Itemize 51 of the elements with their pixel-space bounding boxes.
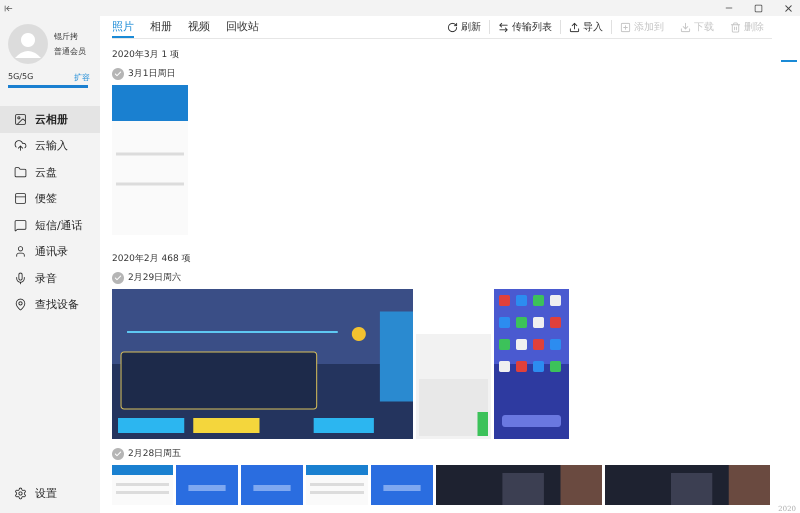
note-icon [14, 192, 27, 206]
sidebar-item[interactable]: 短信/通话 [0, 212, 100, 238]
maximize-icon[interactable] [754, 4, 763, 12]
storage-usage: 5G/5G [8, 72, 34, 83]
settings-icon [14, 487, 27, 500]
toolbar-button[interactable]: 导入 [560, 20, 611, 34]
month-heading: 2020年3月 1 项 [112, 48, 180, 61]
day-heading: 2月29日周六 [128, 272, 182, 284]
sidebar-item[interactable]: 查找设备 [0, 292, 100, 318]
sidebar-item[interactable]: 便签 [0, 186, 100, 212]
transfer-icon [498, 22, 509, 32]
select-day-button[interactable] [112, 272, 124, 284]
tab[interactable]: 相册 [150, 16, 172, 38]
sidebar-item[interactable]: 录音 [0, 265, 100, 292]
location-pin-icon [14, 298, 27, 312]
cloud-icon [14, 139, 27, 152]
tab[interactable]: 回收站 [226, 16, 259, 38]
person-icon [14, 245, 27, 258]
microphone-icon [14, 272, 27, 285]
day-heading: 3月1日周日 [128, 68, 176, 80]
sidebar-item[interactable]: 云盘 [0, 159, 100, 186]
expand-storage-link[interactable]: 扩容 [74, 72, 90, 83]
add-icon [620, 22, 631, 32]
sidebar-item[interactable]: 云输入 [0, 132, 100, 159]
tab[interactable]: 照片 [112, 16, 134, 38]
toolbar-button[interactable]: 传输列表 [489, 20, 560, 34]
avatar[interactable] [8, 24, 48, 64]
select-day-button[interactable] [112, 448, 124, 460]
upload-icon [569, 22, 580, 32]
timeline-marker[interactable] [781, 60, 797, 62]
chat-icon [14, 218, 27, 232]
collapse-icon[interactable] [4, 4, 13, 12]
check-icon [114, 274, 122, 282]
month-heading: 2020年2月 468 项 [112, 252, 192, 265]
close-icon[interactable] [783, 2, 794, 14]
settings-item[interactable]: 设置 [0, 480, 100, 507]
sidebar-item[interactable]: 通讯录 [0, 238, 100, 265]
refresh-icon [447, 22, 458, 32]
membership-level: 普通会员 [54, 46, 86, 57]
toolbar-button[interactable]: 刷新 [439, 20, 489, 34]
day-heading: 2月28日周五 [128, 448, 182, 460]
tab[interactable]: 视频 [188, 16, 210, 38]
user-name: 锟斤拷 [54, 31, 79, 42]
check-icon [114, 70, 122, 78]
download-icon [680, 22, 691, 32]
sidebar-item[interactable]: 云相册 [0, 106, 100, 132]
picture-icon [14, 112, 27, 126]
select-day-button[interactable] [112, 68, 124, 80]
check-icon [114, 450, 122, 458]
folder-icon [14, 166, 27, 179]
trash-icon [730, 22, 741, 32]
